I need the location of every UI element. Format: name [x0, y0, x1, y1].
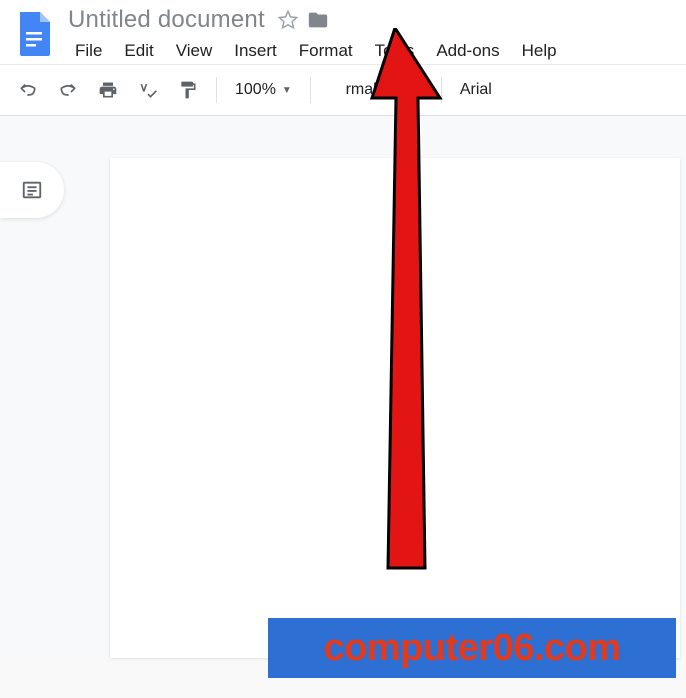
- chevron-down-icon: ▼: [282, 85, 292, 96]
- star-icon[interactable]: [277, 9, 299, 31]
- document-title-input[interactable]: Untitled document: [64, 6, 269, 34]
- toolbar-divider: [216, 77, 217, 103]
- menu-tools[interactable]: Tools: [364, 37, 426, 65]
- redo-button[interactable]: [50, 72, 86, 108]
- menubar: File Edit View Insert Format Tools Add-o…: [64, 36, 686, 66]
- menu-insert[interactable]: Insert: [223, 37, 288, 65]
- font-value: Arial: [460, 81, 492, 99]
- menu-view[interactable]: View: [165, 37, 224, 65]
- toolbar-divider: [310, 77, 311, 103]
- menu-file[interactable]: File: [64, 37, 113, 65]
- docs-logo[interactable]: [8, 8, 60, 60]
- toolbar-divider: [441, 77, 442, 103]
- menu-format[interactable]: Format: [288, 37, 364, 65]
- print-button[interactable]: [90, 72, 126, 108]
- title-zone: Untitled document File Edit View Insert …: [60, 6, 686, 66]
- style-value: rmal text: [346, 81, 407, 99]
- outline-toggle-button[interactable]: [0, 162, 64, 218]
- paint-format-button[interactable]: [170, 72, 206, 108]
- style-dropdown[interactable]: rmal text ▼: [321, 72, 431, 108]
- zoom-value: 100%: [235, 81, 276, 99]
- document-page[interactable]: [110, 158, 680, 658]
- menu-edit[interactable]: Edit: [113, 37, 164, 65]
- toolbar: 100% ▼ rmal text ▼ Arial: [0, 64, 686, 116]
- menu-help[interactable]: Help: [511, 37, 568, 65]
- watermark-text: computer06.com: [323, 627, 620, 670]
- spellcheck-button[interactable]: [130, 72, 166, 108]
- move-folder-icon[interactable]: [307, 9, 329, 31]
- menu-addons[interactable]: Add-ons: [425, 37, 510, 65]
- undo-button[interactable]: [10, 72, 46, 108]
- canvas-area: [0, 116, 686, 656]
- font-dropdown[interactable]: Arial: [452, 72, 500, 108]
- watermark-banner: computer06.com: [268, 618, 676, 678]
- zoom-dropdown[interactable]: 100% ▼: [227, 72, 300, 108]
- chevron-down-icon: ▼: [413, 85, 423, 96]
- app-header: Untitled document File Edit View Insert …: [0, 0, 686, 64]
